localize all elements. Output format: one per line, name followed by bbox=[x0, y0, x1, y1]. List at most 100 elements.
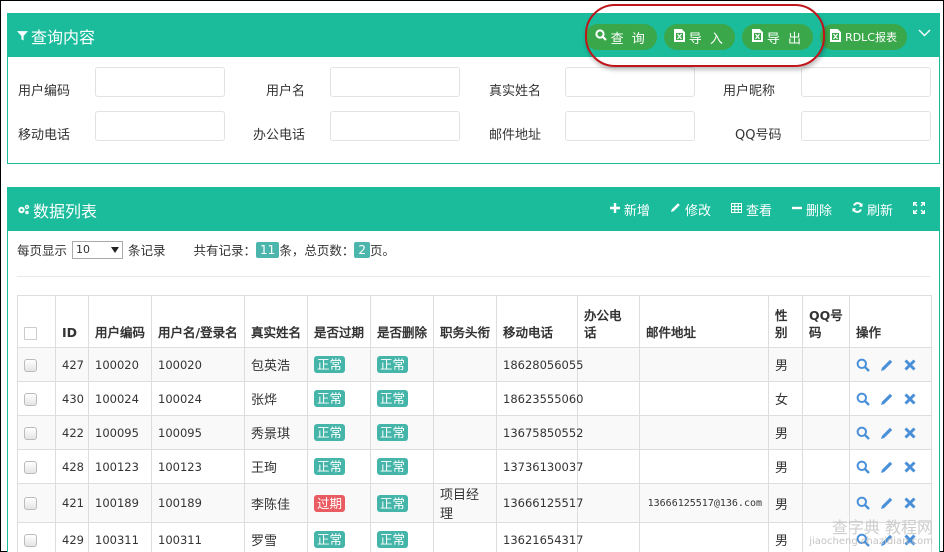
qq-input[interactable] bbox=[801, 111, 931, 141]
cell-mobile: 18623555060 bbox=[496, 381, 583, 416]
cell-title bbox=[433, 381, 497, 416]
delete-row-button[interactable] bbox=[904, 460, 916, 473]
field-label-nickname: 用户昵称 bbox=[723, 84, 776, 99]
row-checkbox[interactable] bbox=[24, 497, 37, 510]
row-actions bbox=[856, 392, 925, 406]
delete-row-button[interactable] bbox=[904, 497, 916, 509]
view-row-button[interactable] bbox=[856, 426, 870, 440]
total-records-prefix: 共有记录： bbox=[193, 243, 257, 258]
real-name-input[interactable] bbox=[565, 67, 695, 97]
cell-deleted: 正常 bbox=[370, 449, 434, 484]
edit-button-label: 修改 bbox=[684, 204, 711, 219]
page-size-select[interactable]: 10 bbox=[72, 240, 124, 259]
cell-mobile: 13621654317 bbox=[496, 522, 583, 552]
edit-row-button[interactable] bbox=[880, 358, 894, 372]
row-select-cell[interactable] bbox=[17, 347, 56, 382]
username-input[interactable] bbox=[330, 67, 460, 97]
cell-email bbox=[639, 347, 769, 382]
edit-button[interactable]: 修改 bbox=[670, 200, 711, 219]
add-button[interactable]: 新增 bbox=[609, 200, 650, 219]
user-code-input[interactable] bbox=[95, 67, 225, 97]
excel-icon bbox=[751, 28, 763, 46]
table-row: 429 100311 100311 罗雪 正常 正常 13621654317 男 bbox=[17, 522, 932, 552]
row-checkbox[interactable] bbox=[24, 460, 37, 474]
delete-button-label: 删除 bbox=[805, 204, 832, 219]
import-button[interactable]: 导 入 bbox=[663, 24, 735, 50]
cell-expired: 正常 bbox=[307, 381, 371, 416]
view-row-button[interactable] bbox=[856, 496, 870, 510]
cell-code: 100095 bbox=[88, 415, 152, 450]
row-select-cell[interactable] bbox=[17, 415, 56, 450]
watermark: 查字典 教程网 jiaocheng.chazidian.com bbox=[809, 520, 933, 549]
deleted-status-badge: 正常 bbox=[377, 531, 409, 548]
edit-row-button[interactable] bbox=[880, 392, 894, 406]
cell-login: 100020 bbox=[151, 347, 245, 382]
rdlc-report-button[interactable]: RDLC报表 bbox=[820, 24, 907, 50]
column-header: 操作 bbox=[849, 295, 932, 348]
column-header: 邮件地址 bbox=[639, 295, 769, 348]
view-button[interactable]: 查看 bbox=[730, 200, 772, 219]
row-checkbox[interactable] bbox=[24, 426, 37, 440]
row-select-cell[interactable] bbox=[17, 449, 56, 484]
cell-gender: 男 bbox=[768, 347, 803, 382]
select-all-header[interactable] bbox=[17, 295, 56, 348]
row-checkbox[interactable] bbox=[24, 358, 37, 372]
cell-code: 100189 bbox=[88, 483, 152, 523]
deleted-status-badge: 正常 bbox=[377, 458, 409, 475]
row-checkbox[interactable] bbox=[24, 392, 37, 406]
expired-status-badge: 正常 bbox=[314, 458, 346, 475]
row-select-cell[interactable] bbox=[17, 522, 56, 552]
view-row-button[interactable] bbox=[856, 460, 870, 474]
cell-office bbox=[577, 347, 640, 382]
edit-row-button[interactable] bbox=[880, 460, 894, 474]
delete-row-button[interactable] bbox=[904, 392, 916, 405]
cell-name: 张烨 bbox=[244, 381, 308, 416]
view-row-button[interactable] bbox=[856, 358, 870, 372]
cell-name: 李陈佳 bbox=[244, 483, 308, 523]
delete-row-button[interactable] bbox=[904, 426, 916, 439]
expired-status-badge: 过期 bbox=[314, 494, 346, 512]
deleted-status-badge: 正常 bbox=[377, 424, 409, 441]
field-label-real-name: 真实姓名 bbox=[489, 84, 542, 99]
row-select-cell[interactable] bbox=[17, 381, 56, 416]
row-checkbox[interactable] bbox=[24, 533, 37, 547]
select-all-checkbox[interactable] bbox=[24, 327, 37, 340]
edit-row-button[interactable] bbox=[880, 496, 894, 510]
cell-code: 100123 bbox=[88, 449, 152, 484]
plus-icon bbox=[609, 202, 620, 217]
search-button[interactable]: 查 询 bbox=[584, 24, 657, 50]
cell-qq bbox=[802, 483, 850, 523]
cell-title bbox=[433, 522, 497, 552]
fullscreen-button[interactable] bbox=[912, 201, 926, 218]
view-row-button[interactable] bbox=[856, 392, 870, 406]
query-panel-title: 查询内容 bbox=[17, 24, 95, 48]
refresh-button[interactable]: 刷新 bbox=[852, 200, 893, 219]
excel-icon bbox=[830, 29, 842, 45]
edit-row-button[interactable] bbox=[880, 426, 894, 440]
nickname-input[interactable] bbox=[801, 67, 931, 97]
cell-deleted: 正常 bbox=[370, 415, 434, 450]
delete-button[interactable]: 删除 bbox=[791, 200, 832, 219]
pencil-icon bbox=[880, 358, 894, 372]
pencil-icon bbox=[670, 202, 681, 217]
cell-expired: 正常 bbox=[307, 347, 371, 382]
mobile-input[interactable] bbox=[95, 111, 225, 141]
cell-login: 100095 bbox=[151, 415, 245, 450]
office-phone-input[interactable] bbox=[330, 111, 460, 141]
table-header-row: ID 用户编码 用户名/登录名 真实姓名 是否过期 是否删除 职务头衔 移动电话 办公电话 邮件地… bbox=[17, 295, 932, 348]
total-pages-prefix: 条，总页数： bbox=[279, 243, 355, 258]
chevron-down-icon[interactable] bbox=[918, 26, 931, 40]
row-select-cell[interactable] bbox=[17, 483, 56, 523]
field-label-qq: QQ号码 bbox=[735, 128, 782, 143]
cell-email bbox=[639, 415, 769, 450]
cell-office bbox=[577, 381, 640, 416]
delete-row-button[interactable] bbox=[904, 358, 916, 371]
list-panel-title-text: 数据列表 bbox=[33, 201, 98, 221]
column-header: 办公电话 bbox=[577, 295, 640, 348]
cell-mobile: 18628056055 bbox=[496, 347, 583, 382]
cell-expired: 正常 bbox=[307, 449, 371, 484]
cell-office bbox=[577, 483, 640, 523]
export-button[interactable]: 导 出 bbox=[741, 24, 814, 50]
email-input[interactable] bbox=[565, 111, 695, 141]
cell-id: 421 bbox=[55, 483, 89, 523]
